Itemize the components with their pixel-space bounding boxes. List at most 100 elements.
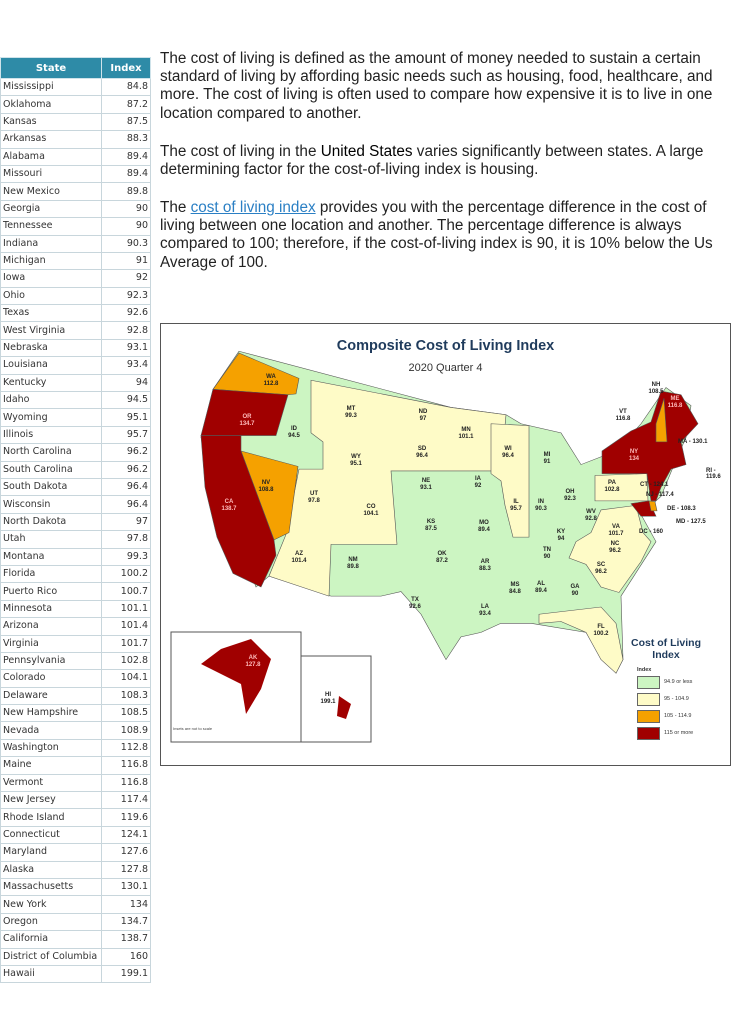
index-cell: 89.4 [101,164,151,184]
state-abbr: IA [475,476,481,482]
table-row: Kentucky 94 [0,373,151,393]
state-value: 104.1 [363,511,379,517]
table-row: Utah 97.8 [0,530,151,549]
table-row: New Jersey 117.4 [0,791,151,810]
state-value: 92.6 [409,604,421,610]
index-cell: 97.8 [101,530,151,549]
index-cell: 91 [101,251,151,271]
table-row: Missouri 89.4 [0,164,151,184]
state-abbr: HI [325,692,331,698]
index-cell: 130.1 [101,877,151,897]
legend-label: 115 or more [664,730,694,736]
state-abbr: WA [266,374,276,380]
state-value: 96.2 [595,569,607,575]
state-value: 94.5 [288,433,300,439]
table-row: Wyoming 95.1 [0,408,151,427]
state-value: 91 [543,459,551,465]
state-label-ne: NE 93.1 [406,478,446,492]
header-state: State [0,57,102,79]
table-row: Nevada 108.9 [0,721,151,740]
legend-title: Cost of Living Index [631,637,701,661]
state-cell: Mississippi [0,77,102,97]
state-cell: Maine [0,756,102,775]
state-value: 92.8 [585,516,597,522]
state-label-wa: WA 112.8 [251,374,291,388]
state-abbr: TX [411,597,419,603]
table-row: Alabama 89.4 [0,147,151,166]
state-cell: Puerto Rico [0,582,102,601]
state-label-mo: MO 89.4 [464,520,504,534]
state-cell: Georgia [0,199,102,219]
index-cell: 127.8 [101,860,151,879]
state-cell: California [0,930,102,949]
table-row: New York 134 [0,895,151,914]
table-row: Arizona 101.4 [0,617,151,636]
paragraph-definition: The cost of living is defined as the amo… [160,50,713,122]
state-cell: Rhode Island [0,808,102,827]
cost-of-living-map: Composite Cost of Living Index 2020 Quar… [160,323,731,766]
state-label-co: CO 104.1 [351,504,391,518]
state-value: 88.3 [479,566,491,572]
state-cell: Pennsylvania [0,651,102,671]
table-row: Montana 99.3 [0,547,151,566]
legend-swatch [637,710,660,723]
state-label-nv: NV 108.8 [246,480,286,494]
table-row: North Dakota 97 [0,512,151,532]
table-row: Washington 112.8 [0,738,151,758]
state-abbr: VT [619,409,627,415]
state-cell: Arizona [0,617,102,636]
state-abbr: NE [421,478,431,484]
state-label-hi: HI 199.1 [308,692,348,706]
state-cell: Connecticut [0,825,102,845]
state-cell: District of Columbia [0,947,102,966]
index-cell: 99.3 [101,547,151,566]
index-cell: 116.8 [101,756,151,775]
table-row: Florida 100.2 [0,564,151,584]
state-label-vt: VT 116.8 [603,409,643,423]
index-cell: 90.3 [101,234,151,253]
state-cell: Michigan [0,251,102,271]
index-cell: 95.7 [101,425,151,445]
state-label-ut: UT 97.8 [294,491,334,505]
state-label-nd: ND 97 [403,409,443,423]
state-value: 108.8 [258,487,274,493]
callout-md: MD - 127.5 [676,519,706,525]
table-row: Pennsylvania 102.8 [0,651,151,671]
state-cell: Texas [0,304,102,323]
index-cell: 100.2 [101,564,151,584]
state-label-mi: MI 91 [527,452,567,466]
state-label-wi: WI 96.4 [488,446,528,460]
state-abbr: MO [479,520,489,526]
state-value: 96.4 [502,453,514,459]
table-row: Georgia 90 [0,199,151,219]
index-cell: 87.5 [101,112,151,132]
state-cell: South Carolina [0,460,102,479]
table-row: Louisiana 93.4 [0,356,151,375]
state-abbr: WV [586,509,596,515]
state-value: 101.4 [291,558,307,564]
state-value: 90.3 [535,506,547,512]
state-abbr: AK [248,655,258,661]
index-cell: 119.6 [101,808,151,827]
state-abbr: NY [629,449,639,455]
index-cell: 160 [101,947,151,966]
state-value: 93.1 [420,485,432,491]
index-cell: 108.5 [101,704,151,723]
state-cell: South Dakota [0,477,102,497]
state-cell: Illinois [0,425,102,445]
table-row: District of Columbia 160 [0,947,151,966]
index-cell: 112.8 [101,738,151,758]
state-cell: Alabama [0,147,102,166]
cost-of-living-index-link[interactable]: cost of living index [191,199,316,216]
state-abbr: MT [346,406,356,412]
state-abbr: WI [504,446,512,452]
state-cell: Oklahoma [0,95,102,114]
state-value: 99.3 [345,413,357,419]
state-abbr: CA [224,499,234,505]
table-row: Idaho 94.5 [0,391,151,410]
map-title: Composite Cost of Living Index [336,338,555,354]
state-cell: Vermont [0,773,102,793]
state-cell: Maryland [0,843,102,862]
state-label-ny: NY 134 [614,449,654,463]
state-abbr: ND [418,409,428,415]
